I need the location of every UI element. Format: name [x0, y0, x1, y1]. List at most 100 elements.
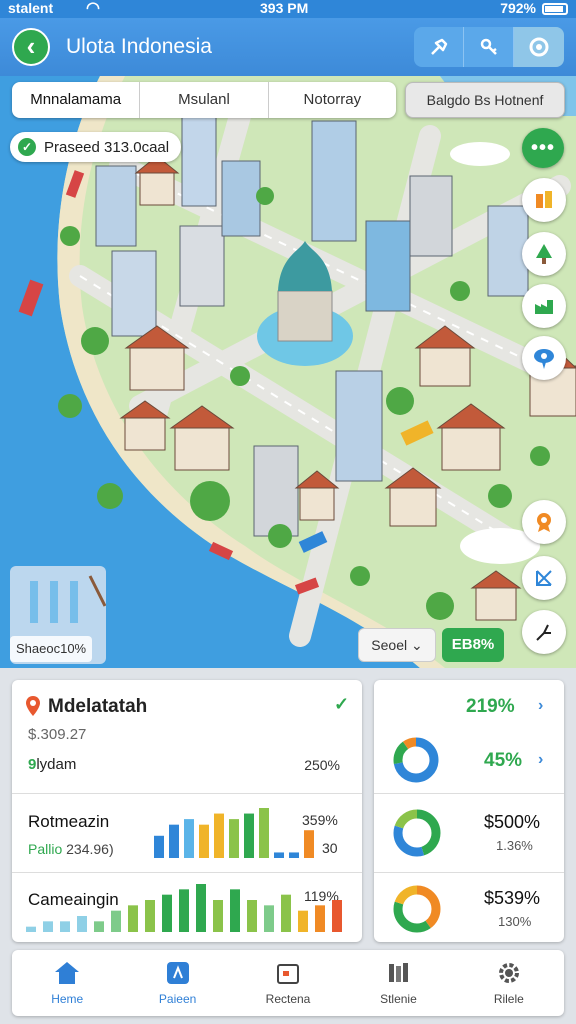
chevron-right-icon: › [538, 697, 544, 714]
extra-tab-button[interactable]: Balgdo Bs Hotnenf [405, 82, 565, 118]
rail-location-button[interactable] [522, 336, 566, 380]
metric-1-donut [393, 737, 439, 783]
map-icon [166, 962, 189, 984]
chart-bar [289, 852, 299, 858]
metric-1-pct: 45% [484, 750, 523, 771]
pin-action-button[interactable] [414, 27, 464, 67]
app-header: ‹ Ulota Indonesia [0, 18, 576, 76]
divider [374, 872, 564, 873]
nav-calendar[interactable]: Rectena [233, 950, 343, 1016]
rail-building-button[interactable] [522, 178, 566, 222]
metric-3-value: $539% [484, 888, 541, 908]
more-button[interactable]: ••• [522, 128, 564, 168]
nav-library-label: Stlenie [380, 992, 417, 1006]
clock: 393 PM [260, 0, 309, 16]
bottom-nav: Heme Paieen Rectena Stlenie Rilele [12, 950, 564, 1016]
summary-sub-pct: 250% [304, 757, 340, 773]
map-stats-label: Shaeoc10% [10, 636, 93, 662]
select-label: Seoel [371, 637, 408, 653]
check-icon: ✓ [334, 694, 350, 714]
rail-factory-button[interactable] [522, 284, 566, 328]
nav-calendar-label: Rectena [265, 992, 311, 1006]
metric-row-3[interactable]: $539% 130% [374, 874, 564, 952]
globe-icon [529, 37, 549, 57]
app-title: Ulota Indonesia [66, 35, 212, 58]
factory-icon [535, 300, 553, 314]
chart-bar [298, 910, 308, 932]
chart-bar [264, 905, 274, 932]
row-1-bar-chart [154, 808, 314, 858]
progress-label: Praseed 313.0caal [44, 138, 170, 156]
battery-percent: 792% [500, 0, 536, 16]
check-icon: ✓ [18, 138, 36, 156]
chart-bar [281, 894, 291, 932]
chart-bar [145, 900, 155, 932]
chart-bar [214, 813, 224, 858]
back-button[interactable]: ‹ [12, 28, 50, 66]
progress-pill[interactable]: ✓ Praseed 313.0caal [10, 132, 182, 162]
chart-bar [111, 910, 121, 932]
chart-bar [94, 921, 104, 932]
tab-1[interactable]: Msulanl [140, 82, 269, 118]
tree-icon [536, 244, 552, 264]
chart-bar [247, 900, 257, 932]
tab-2[interactable]: Notorray [269, 82, 396, 118]
metric-row-2[interactable]: $500% 1.36% [374, 796, 564, 874]
chart-bar [77, 916, 87, 932]
row-1-title: Rotmeazin [28, 812, 110, 831]
chart-bar [213, 900, 223, 932]
building-icon [536, 191, 552, 208]
arrow-left-icon: ‹ [26, 31, 36, 61]
rail-badge-button[interactable] [522, 500, 566, 544]
status-bar: stalent ◠ 393 PM 792% [0, 0, 576, 18]
metric-row-0[interactable]: 219% › [374, 680, 564, 720]
view-tabs: Mnnalamama Msulanl Notorray [12, 82, 396, 118]
chart-bar [154, 835, 164, 858]
rail-road-button[interactable] [522, 610, 566, 654]
nav-settings[interactable]: Rilele [454, 950, 564, 1016]
summary-sub: 9lydam [28, 756, 76, 773]
metric-2-donut [393, 809, 441, 857]
tab-0[interactable]: Mnnalamama [12, 82, 141, 118]
divider [12, 793, 362, 794]
rail-expand-button[interactable] [522, 556, 566, 600]
chart-bar [43, 921, 53, 932]
chart-bar [229, 819, 239, 858]
chart-bar [304, 830, 314, 858]
nav-map-label: Paieen [158, 992, 197, 1006]
divider [374, 793, 564, 794]
row-2-bar-chart [26, 884, 342, 932]
select-dropdown[interactable]: Seoel ⌄ [358, 628, 436, 662]
library-icon [389, 963, 409, 982]
link-icon [480, 38, 497, 55]
globe-action-button[interactable] [514, 27, 564, 67]
divider [12, 872, 362, 873]
summary-value: $.309.27 [28, 726, 87, 743]
rail-tree-button[interactable] [522, 232, 566, 276]
metric-2-sub: 1.36% [496, 838, 533, 853]
chart-bar [162, 894, 172, 932]
nav-settings-label: Rilele [493, 992, 524, 1006]
nav-library[interactable]: Stlenie [343, 950, 453, 1016]
mini-bar-chart [30, 575, 107, 623]
metrics-panel: 219% › 45% › $500% 1.36% $539% 130% [374, 680, 564, 942]
chart-bar [60, 921, 70, 932]
more-label: ••• [530, 136, 555, 159]
link-action-button[interactable] [464, 27, 514, 67]
row-1-note-green: Pallio [28, 841, 63, 857]
chart-bar [230, 889, 240, 932]
metric-3-sub: 130% [498, 914, 532, 929]
chart-bar [332, 900, 342, 932]
metric-row-1[interactable]: 45% › [374, 720, 564, 798]
chevron-right-icon: › [538, 751, 544, 768]
nav-map[interactable]: Paieen [122, 950, 232, 1016]
road-icon [536, 624, 551, 641]
chart-bar [196, 884, 206, 932]
metric-3-donut [393, 885, 441, 933]
go-button[interactable]: EB8% [442, 628, 504, 662]
expand-icon [536, 570, 552, 586]
metric-0-pct: 219% [466, 696, 515, 717]
nav-home[interactable]: Heme [12, 950, 122, 1016]
location-pin-icon [534, 349, 554, 369]
chart-bar [128, 905, 138, 932]
